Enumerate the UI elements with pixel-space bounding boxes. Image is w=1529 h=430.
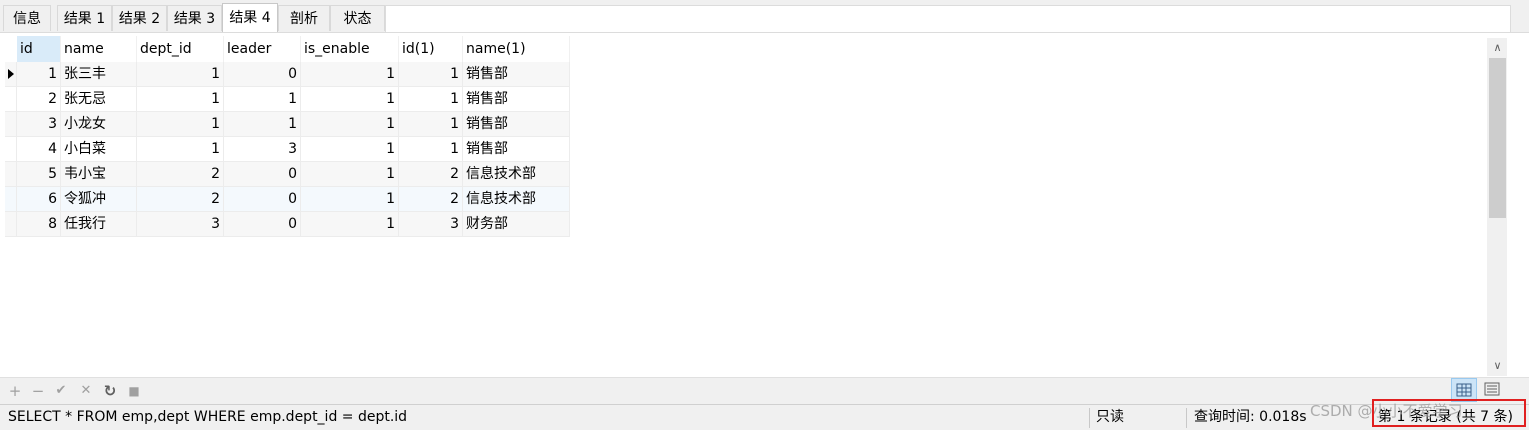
status-divider [1186,408,1187,428]
cell-dept-id[interactable]: 1 [137,137,224,162]
grid-view-icon [1456,383,1472,397]
cell-is-enable[interactable]: 1 [301,137,399,162]
cell-name1[interactable]: 销售部 [463,112,570,137]
scroll-down-icon[interactable]: ∨ [1489,357,1506,375]
cell-leader[interactable]: 0 [224,162,301,187]
cell-name1[interactable]: 信息技术部 [463,162,570,187]
column-header-id-1[interactable]: id(1) [399,36,463,62]
plus-icon[interactable]: + [6,381,24,401]
cell-id1[interactable]: 1 [399,87,463,112]
grid-toolbar: + − ✔ ✕ ↻ ■ [0,377,1529,404]
row-indicator[interactable] [5,112,17,137]
cell-id[interactable]: 3 [17,112,61,137]
cell-name[interactable]: 小龙女 [61,112,137,137]
highlight-box [1372,399,1526,427]
row-indicator[interactable] [5,162,17,187]
query-time: 查询时间: 0.018s [1194,409,1307,425]
column-header-id[interactable]: id [17,36,61,62]
cell-name1[interactable]: 销售部 [463,87,570,112]
cell-dept-id[interactable]: 1 [137,87,224,112]
row-indicator[interactable] [5,137,17,162]
row-indicator[interactable] [5,62,17,87]
table-row[interactable]: 5 韦小宝 2 0 1 2 信息技术部 [5,162,570,187]
cell-is-enable[interactable]: 1 [301,62,399,87]
cell-name[interactable]: 令狐冲 [61,187,137,212]
result-tab-bar: 信息 结果 1 结果 2 结果 3 结果 4 剖析 状态 [0,0,1529,33]
row-indicator[interactable] [5,187,17,212]
row-indicator[interactable] [5,212,17,237]
cell-leader[interactable]: 1 [224,87,301,112]
cell-id[interactable]: 4 [17,137,61,162]
cell-dept-id[interactable]: 3 [137,212,224,237]
column-header-is-enable[interactable]: is_enable [301,36,399,62]
cell-name1[interactable]: 销售部 [463,137,570,162]
cell-leader[interactable]: 0 [224,212,301,237]
column-header-name-1[interactable]: name(1) [463,36,570,62]
minus-icon[interactable]: − [29,381,47,401]
cell-dept-id[interactable]: 1 [137,62,224,87]
cell-name[interactable]: 小白菜 [61,137,137,162]
table-row[interactable]: 2 张无忌 1 1 1 1 销售部 [5,87,570,112]
cell-is-enable[interactable]: 1 [301,87,399,112]
cell-dept-id[interactable]: 2 [137,187,224,212]
cell-name[interactable]: 韦小宝 [61,162,137,187]
cell-name1[interactable]: 财务部 [463,212,570,237]
tab-result-4[interactable]: 结果 4 [222,3,278,32]
cell-id[interactable]: 5 [17,162,61,187]
column-header-dept-id[interactable]: dept_id [137,36,224,62]
cell-id[interactable]: 1 [17,62,61,87]
cell-id1[interactable]: 2 [399,187,463,212]
table-row[interactable]: 8 任我行 3 0 1 3 财务部 [5,212,570,237]
readonly-indicator: 只读 [1096,409,1124,425]
status-bar: SELECT * FROM emp,dept WHERE emp.dept_id… [0,404,1529,430]
cell-id1[interactable]: 2 [399,162,463,187]
cell-is-enable[interactable]: 1 [301,162,399,187]
tab-bar-spacer [385,5,1511,32]
row-indicator[interactable] [5,87,17,112]
cell-id1[interactable]: 1 [399,62,463,87]
scroll-up-icon[interactable]: ∧ [1489,39,1506,57]
cell-id[interactable]: 6 [17,187,61,212]
cell-name[interactable]: 张无忌 [61,87,137,112]
cell-is-enable[interactable]: 1 [301,187,399,212]
cell-leader[interactable]: 0 [224,62,301,87]
status-divider [1089,408,1090,428]
cell-is-enable[interactable]: 1 [301,212,399,237]
cell-name1[interactable]: 销售部 [463,62,570,87]
cell-leader[interactable]: 1 [224,112,301,137]
tab-result-2[interactable]: 结果 2 [112,5,167,31]
scrollbar-thumb[interactable] [1489,58,1506,218]
cell-is-enable[interactable]: 1 [301,112,399,137]
cell-name[interactable]: 张三丰 [61,62,137,87]
cell-id1[interactable]: 1 [399,112,463,137]
cell-id[interactable]: 8 [17,212,61,237]
cell-dept-id[interactable]: 2 [137,162,224,187]
check-icon[interactable]: ✔ [52,381,70,401]
column-header-leader[interactable]: leader [224,36,301,62]
table-row[interactable]: 3 小龙女 1 1 1 1 销售部 [5,112,570,137]
current-row-arrow-icon [8,69,14,79]
refresh-icon[interactable]: ↻ [101,381,119,401]
sql-statement: SELECT * FROM emp,dept WHERE emp.dept_id… [8,409,408,425]
cell-name[interactable]: 任我行 [61,212,137,237]
cell-id1[interactable]: 3 [399,212,463,237]
tab-result-1[interactable]: 结果 1 [57,5,112,31]
form-view-icon [1484,382,1500,396]
cell-leader[interactable]: 3 [224,137,301,162]
tab-profile[interactable]: 剖析 [278,5,330,31]
cell-name1[interactable]: 信息技术部 [463,187,570,212]
cell-id[interactable]: 2 [17,87,61,112]
cell-dept-id[interactable]: 1 [137,112,224,137]
table-row[interactable]: 4 小白菜 1 3 1 1 销售部 [5,137,570,162]
tab-info[interactable]: 信息 [3,5,51,31]
table-row[interactable]: 6 令狐冲 2 0 1 2 信息技术部 [5,187,570,212]
tab-result-3[interactable]: 结果 3 [167,5,222,31]
tab-status[interactable]: 状态 [330,5,385,31]
stop-icon[interactable]: ■ [125,381,143,401]
table-row[interactable]: 1 张三丰 1 0 1 1 销售部 [5,62,570,87]
cell-id1[interactable]: 1 [399,137,463,162]
cell-leader[interactable]: 0 [224,187,301,212]
cross-icon[interactable]: ✕ [77,381,95,401]
column-header-name[interactable]: name [61,36,137,62]
